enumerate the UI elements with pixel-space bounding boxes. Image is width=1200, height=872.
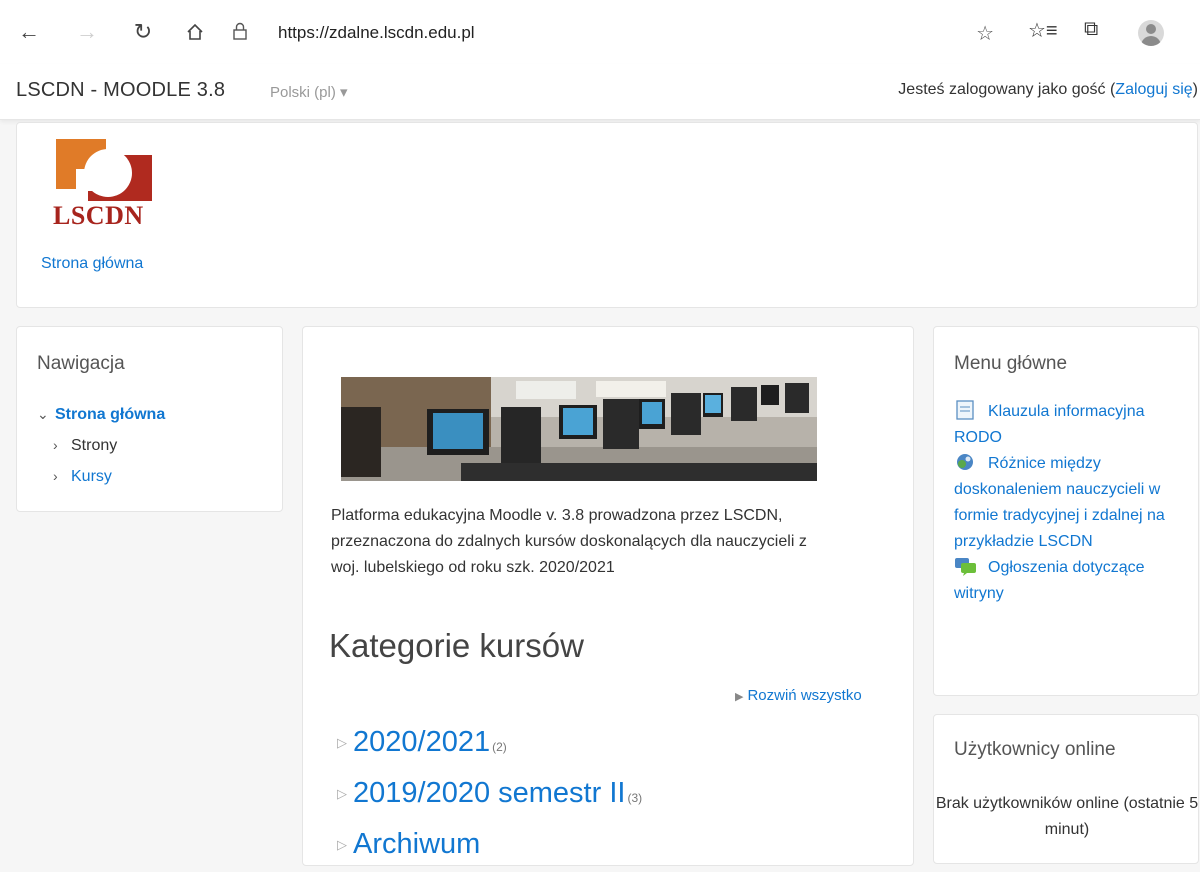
logo-text: LSCDN — [53, 201, 144, 230]
chevron-right-icon: › — [53, 437, 58, 453]
breadcrumb[interactable]: Strona główna — [41, 255, 143, 273]
reload-icon[interactable]: ↻ — [128, 17, 158, 47]
home-icon[interactable] — [180, 17, 210, 47]
language-menu[interactable]: Polski (pl) ▾ — [270, 83, 348, 101]
navigation-tree: ⌄ Strona główna › Strony › Kursy — [37, 399, 165, 492]
url-globe-icon — [957, 454, 973, 470]
page-icon — [956, 400, 974, 420]
star-icon[interactable]: ☆ — [976, 21, 994, 46]
chevron-down-icon: ⌄ — [37, 406, 49, 422]
chevron-right-icon: › — [53, 468, 58, 484]
menu-item-rodo[interactable]: Klauzula informacyjna RODO — [954, 399, 1190, 451]
main-content: Platforma edukacyjna Moodle v. 3.8 prowa… — [302, 326, 914, 866]
nav-item-courses[interactable]: › Kursy — [37, 461, 165, 492]
favorites-icon[interactable]: ☆≡ — [1028, 18, 1058, 43]
triangle-right-icon: ▷ — [337, 837, 347, 853]
forward-arrow-icon[interactable]: → — [72, 17, 102, 47]
collections-icon[interactable]: ⧉ — [1084, 18, 1098, 41]
navigation-block: Nawigacja ⌄ Strona główna › Strony › Kursy — [16, 326, 283, 512]
back-arrow-icon[interactable]: ← — [14, 17, 44, 47]
main-menu-block: Menu główne Klauzula informacyjna RODO R… — [933, 326, 1199, 696]
platform-description: Platforma edukacyjna Moodle v. 3.8 prowa… — [331, 507, 807, 576]
address-bar[interactable]: https://zdalne.lscdn.edu.pl ☆ — [232, 14, 1022, 52]
page-header: LSCDN Strona główna — [16, 122, 1198, 308]
block-title-navigation: Nawigacja — [37, 353, 125, 374]
categories-heading: Kategorie kursów — [329, 627, 584, 664]
category-item[interactable]: ▷ 2020/2021 (2) — [337, 719, 642, 770]
category-item[interactable]: ▷ Archiwum — [337, 821, 642, 872]
triangle-right-icon: ▶ — [735, 691, 744, 703]
login-info: Jesteś zalogowany jako gość (Zaloguj się… — [898, 81, 1198, 98]
triangle-right-icon: ▷ — [337, 735, 347, 751]
url-text: https://zdalne.lscdn.edu.pl — [278, 23, 475, 42]
menu-item-announcements[interactable]: Ogłoszenia dotyczące witryny — [954, 555, 1190, 607]
category-item[interactable]: ▷ 2019/2020 semestr II (3) — [337, 770, 642, 821]
block-title-main-menu: Menu główne — [954, 353, 1068, 374]
forum-icon — [955, 558, 976, 576]
expand-all-link[interactable]: ▶ Rozwiń wszystko — [735, 687, 862, 704]
online-users-block: Użytkownicy online Brak użytkowników onl… — [933, 714, 1199, 864]
login-link[interactable]: Zaloguj się — [1115, 81, 1192, 98]
triangle-right-icon: ▷ — [337, 786, 347, 802]
profile-icon[interactable] — [1138, 20, 1164, 46]
main-menu-list: Klauzula informacyjna RODO Różnice międz… — [954, 399, 1190, 607]
menu-item-differences[interactable]: Różnice między doskonaleniem nauczycieli… — [954, 451, 1190, 555]
lock-icon — [232, 22, 258, 45]
online-users-status: Brak użytkowników online (ostatnie 5 min… — [935, 795, 1199, 838]
nav-item-home[interactable]: ⌄ Strona główna — [37, 399, 165, 430]
moodle-navbar: LSCDN - MOODLE 3.8 Polski (pl) ▾ Jesteś … — [0, 64, 1200, 120]
site-name[interactable]: LSCDN - MOODLE 3.8 — [16, 79, 225, 102]
nav-item-pages[interactable]: › Strony — [37, 430, 165, 461]
computer-lab-banner — [341, 377, 817, 481]
browser-toolbar: ← → ↻ https://zdalne.lscdn.edu.pl ☆ ☆≡ ⧉ — [0, 0, 1200, 64]
category-list: ▷ 2020/2021 (2) ▷ 2019/2020 semestr II (3) ▷… — [337, 719, 642, 872]
block-title-online-users: Użytkownicy online — [954, 739, 1116, 760]
